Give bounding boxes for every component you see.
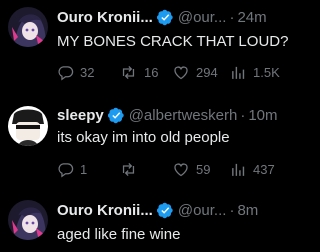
view-count: 1.5K (253, 64, 280, 80)
user-handle[interactable]: @our... (178, 9, 227, 26)
tweet[interactable]: Ouro Kronii... @our... · 24m MY BONES CR… (0, 0, 292, 92)
timestamp[interactable]: 10m (248, 107, 277, 124)
views-button[interactable]: 1.5K (230, 64, 280, 81)
avatar-image (8, 7, 48, 47)
like-button[interactable]: 59 (172, 161, 230, 178)
avatar[interactable] (8, 7, 48, 47)
tweet[interactable]: Ouro Kronii... @our... · 8m aged like fi… (0, 190, 292, 252)
tweet-text: MY BONES CRACK THAT LOUD? (57, 33, 289, 50)
reply-icon (58, 162, 74, 177)
view-count: 437 (253, 161, 275, 177)
avatar[interactable] (8, 200, 48, 240)
like-button[interactable]: 294 (172, 64, 230, 81)
reply-button[interactable]: 32 (57, 64, 119, 81)
retweet-button[interactable]: 16 (119, 64, 172, 81)
reply-count: 1 (80, 161, 88, 177)
user-handle[interactable]: @albertweskerh (129, 107, 238, 124)
verified-badge-icon (157, 202, 174, 219)
verified-badge-icon (108, 107, 125, 124)
heart-icon (174, 163, 188, 176)
heart-icon (174, 66, 188, 79)
timestamp[interactable]: 24m (237, 9, 266, 26)
like-count: 59 (196, 161, 211, 177)
retweet-icon (122, 162, 135, 176)
tweet-text: its okay im into old people (57, 129, 230, 146)
tweet-text: aged like fine wine (57, 226, 181, 243)
display-name[interactable]: Ouro Kronii... (57, 9, 153, 26)
retweet-button[interactable] (119, 161, 172, 178)
display-name[interactable]: sleepy (57, 107, 104, 124)
reply-button[interactable]: 1 (57, 161, 119, 178)
tweet[interactable]: sleepy @albertweskerh · 10m its okay im … (0, 92, 292, 190)
separator-dot: · (229, 201, 235, 219)
views-icon (232, 163, 245, 176)
separator-dot: · (229, 8, 235, 26)
user-handle[interactable]: @our... (178, 202, 227, 219)
retweet-icon (122, 65, 135, 79)
avatar[interactable] (8, 106, 48, 146)
retweet-count: 16 (144, 64, 159, 80)
timestamp[interactable]: 8m (237, 202, 258, 219)
avatar-image (8, 106, 48, 146)
separator-dot: · (240, 106, 246, 124)
views-button[interactable]: 437 (230, 161, 275, 178)
reply-count: 32 (80, 64, 95, 80)
reply-icon (58, 65, 74, 80)
display-name[interactable]: Ouro Kronii... (57, 202, 153, 219)
like-count: 294 (196, 64, 218, 80)
views-icon (232, 66, 245, 79)
verified-badge-icon (157, 9, 174, 26)
avatar-image (8, 200, 48, 240)
